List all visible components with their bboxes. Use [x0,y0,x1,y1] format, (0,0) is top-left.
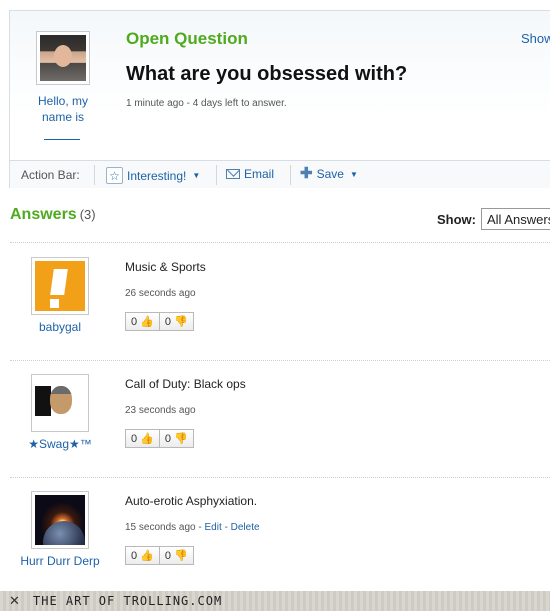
troll-logo-icon: ✕ [9,593,20,608]
thumbs-down-icon: 👎 [173,316,188,328]
thumbs-up-button[interactable]: 0 👍 [126,313,159,330]
edit-link[interactable]: Edit [205,522,222,533]
asker-name[interactable]: Hello, my name is [24,93,102,125]
answer-item: babygal Music & Sports 26 seconds ago 0 … [0,257,550,369]
separator [216,165,217,185]
show-link[interactable]: Show [521,31,550,46]
asker-avatar[interactable] [36,31,90,85]
thumbs-up-icon: 👍 [140,433,154,445]
thumbs-down-count: 0 [164,315,171,328]
avatar[interactable] [31,374,89,432]
divider [10,477,550,478]
vote-buttons: 0 👍 0 👎 [125,546,194,565]
link-separator: - [221,522,231,533]
thumbs-up-count: 0 [131,432,138,445]
thumbs-up-button[interactable]: 0 👍 [126,547,159,564]
asker-divider [44,139,80,140]
answer-item: ★Swag★™ Call of Duty: Black ops 23 secon… [0,374,550,486]
answer-item: Hurr Durr Derp Auto-erotic Asphyxiation.… [0,491,550,603]
thumbs-down-button[interactable]: 0 👎 [158,547,193,564]
answer-user[interactable]: babygal [20,319,100,335]
thumbs-up-icon: 👍 [140,316,154,328]
thumbs-up-count: 0 [131,549,138,562]
chevron-down-icon: ▼ [192,171,201,180]
thumbs-down-button[interactable]: 0 👎 [158,313,193,330]
email-button[interactable]: Email [226,167,274,181]
thumbs-up-count: 0 [131,315,138,328]
thumbs-down-count: 0 [164,432,171,445]
question-meta: 1 minute ago - 4 days left to answer. [126,98,287,109]
answer-time-text: 15 seconds ago - [125,522,205,533]
separator [290,165,291,185]
answer-text: Auto-erotic Asphyxiation. [125,494,258,508]
divider [10,360,550,361]
thumbs-down-button[interactable]: 0 👎 [158,430,193,447]
show-label: Show: [437,212,476,227]
thumbs-down-icon: 👎 [173,433,188,445]
interesting-button[interactable]: ☆ Interesting! ▼ [106,167,200,184]
action-bar-label: Action Bar: [21,168,80,182]
thumbs-down-count: 0 [164,549,171,562]
delete-link[interactable]: Delete [231,522,260,533]
save-label: Save [316,167,344,181]
answers-count: (3) [79,207,96,222]
save-button[interactable]: ✚ Save ▼ [300,165,358,182]
answer-user[interactable]: ★Swag★™ [20,436,100,452]
answer-time: 26 seconds ago [125,288,196,299]
vote-buttons: 0 👍 0 👎 [125,312,194,331]
question-title: What are you obsessed with? [126,63,408,85]
answer-text: Call of Duty: Black ops [125,377,246,391]
envelope-icon [226,169,240,179]
answers-title: Answers [10,206,77,223]
vote-buttons: 0 👍 0 👎 [125,429,194,448]
answer-user[interactable]: Hurr Durr Derp [20,553,100,569]
question-box: Hello, my name is Open Question Show Wha… [9,10,550,188]
show-filter-select[interactable]: All Answers [481,208,550,230]
email-label: Email [244,167,275,181]
plus-icon: ✚ [300,165,313,182]
thumbs-up-button[interactable]: 0 👍 [126,430,159,447]
watermark-footer: ✕ THE ART OF TROLLING.COM [0,591,550,611]
action-bar: Action Bar: ☆ Interesting! ▼ Email ✚ Sav… [10,160,550,188]
footer-text: THE ART OF TROLLING.COM [33,594,223,608]
thumbs-down-icon: 👎 [173,550,188,562]
avatar[interactable] [31,491,89,549]
answer-time: 23 seconds ago [125,405,196,416]
answer-text: Music & Sports [125,260,206,274]
separator [94,165,95,185]
answers-heading: Answers (3) [10,206,96,224]
thumbs-up-icon: 👍 [140,550,154,562]
chevron-down-icon: ▼ [349,169,358,179]
open-question-label: Open Question [126,29,248,48]
star-icon: ☆ [106,167,123,184]
answer-time: 15 seconds ago - Edit - Delete [125,522,260,533]
avatar[interactable] [31,257,89,315]
divider [10,242,550,243]
interesting-label: Interesting! [127,168,187,183]
